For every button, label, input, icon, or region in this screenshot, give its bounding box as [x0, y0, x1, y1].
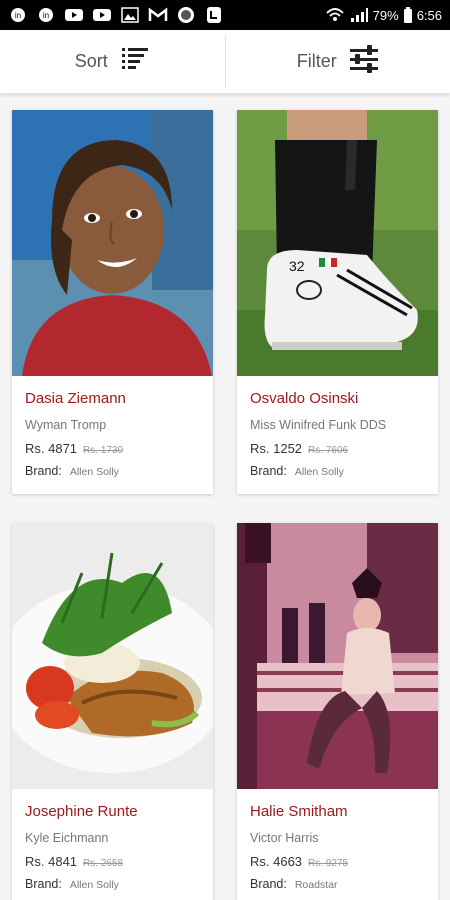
- price-row: Rs. 4841 Rs. 2658: [25, 854, 200, 869]
- original-price: Rs. 1730: [83, 445, 124, 456]
- app-notification-icon-2: in: [36, 6, 56, 24]
- brand-value: Allen Solly: [294, 466, 344, 478]
- brand-row: Brand: Roadstar: [250, 877, 425, 891]
- status-bar: in in 79% 6:56: [0, 0, 450, 30]
- price-row: Rs. 1252 Rs. 7606: [250, 441, 425, 456]
- product-card[interactable]: Josephine Runte Kyle Eichmann Rs. 4841 R…: [12, 523, 213, 900]
- current-price: Rs. 4663: [250, 854, 303, 869]
- brand-row: Brand: Allen Solly: [25, 464, 200, 478]
- product-info: Dasia Ziemann Wyman Tromp Rs. 4871 Rs. 1…: [12, 376, 213, 494]
- call-icon: [204, 6, 224, 24]
- product-info: Osvaldo Osinski Miss Winifred Funk DDS R…: [237, 376, 438, 494]
- product-seller: Victor Harris: [250, 831, 319, 845]
- price-row: Rs. 4871 Rs. 1730: [25, 441, 200, 456]
- wifi-icon: [325, 6, 345, 24]
- product-card[interactable]: Dasia Ziemann Wyman Tromp Rs. 4871 Rs. 1…: [12, 110, 213, 494]
- svg-text:in: in: [43, 11, 49, 20]
- filter-label: Filter: [296, 51, 337, 71]
- app-notification-icon: in: [8, 6, 28, 24]
- circle-app-icon: [176, 6, 196, 24]
- notification-icons: in in: [8, 6, 224, 24]
- sort-icon: [120, 44, 150, 79]
- price-row: Rs. 4663 Rs. 9275: [250, 854, 425, 869]
- brand-label: Brand:: [250, 877, 287, 891]
- brand-row: Brand: Allen Solly: [25, 877, 200, 891]
- brand-value: Allen Solly: [69, 879, 119, 891]
- product-name[interactable]: Josephine Runte: [25, 803, 200, 820]
- brand-label: Brand:: [25, 877, 62, 891]
- original-price: Rs. 7606: [308, 445, 349, 456]
- youtube-icon: [64, 6, 84, 24]
- product-card[interactable]: 32 Osvaldo Osinski Miss Winifred Funk DD…: [237, 110, 438, 494]
- current-price: Rs. 1252: [250, 441, 303, 456]
- current-price: Rs. 4841: [25, 854, 78, 869]
- product-image-football-boot[interactable]: 32: [237, 110, 438, 376]
- product-image-plated-dish[interactable]: [12, 523, 213, 789]
- brand-row: Brand: Allen Solly: [250, 464, 425, 478]
- brand-value: Roadstar: [294, 879, 338, 891]
- system-indicators: 79% 6:56: [325, 6, 442, 24]
- filter-button[interactable]: Filter: [226, 30, 450, 93]
- product-info: Halie Smitham Victor Harris Rs. 4663 Rs.…: [237, 789, 438, 900]
- original-price: Rs. 2658: [83, 858, 124, 869]
- image-icon: [120, 6, 140, 24]
- brand-label: Brand:: [25, 464, 62, 478]
- brand-label: Brand:: [250, 464, 287, 478]
- product-image-woman-on-bench[interactable]: [237, 523, 438, 789]
- product-card[interactable]: Halie Smitham Victor Harris Rs. 4663 Rs.…: [237, 523, 438, 900]
- product-seller: Miss Winifred Funk DDS: [250, 418, 387, 432]
- signal-icon: [349, 6, 369, 24]
- product-image-girl-portrait[interactable]: [12, 110, 213, 376]
- current-price: Rs. 4871: [25, 441, 78, 456]
- brand-value: Allen Solly: [69, 466, 119, 478]
- svg-text:in: in: [15, 11, 21, 20]
- product-grid: Dasia Ziemann Wyman Tromp Rs. 4871 Rs. 1…: [0, 94, 450, 900]
- filter-sliders-icon: [349, 44, 379, 79]
- clock: 6:56: [416, 7, 442, 23]
- sort-label: Sort: [74, 51, 108, 71]
- gmail-icon: [148, 6, 168, 24]
- sort-button[interactable]: Sort: [0, 30, 225, 93]
- product-name[interactable]: Dasia Ziemann: [25, 390, 200, 407]
- product-name[interactable]: Osvaldo Osinski: [250, 390, 425, 407]
- product-name[interactable]: Halie Smitham: [250, 803, 425, 820]
- youtube-icon-2: [92, 6, 112, 24]
- battery-icon: [403, 6, 413, 24]
- product-seller: Kyle Eichmann: [25, 831, 109, 845]
- product-info: Josephine Runte Kyle Eichmann Rs. 4841 R…: [12, 789, 213, 900]
- sort-filter-toolbar: Sort Filter: [0, 30, 450, 94]
- svg-text:32: 32: [289, 258, 305, 274]
- battery-percent: 79%: [372, 7, 399, 23]
- original-price: Rs. 9275: [308, 858, 349, 869]
- product-seller: Wyman Tromp: [25, 418, 107, 432]
